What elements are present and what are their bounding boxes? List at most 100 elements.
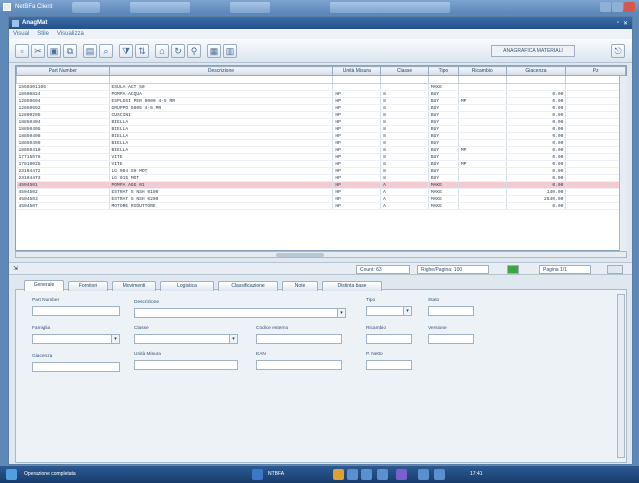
table-cell[interactable]: HP (332, 90, 382, 98)
table-cell[interactable]: 12850694 (16, 97, 110, 105)
taskbar-tab[interactable] (230, 1, 271, 13)
col-header[interactable]: Unità Misura (332, 66, 382, 76)
table-cell[interactable]: 0.00 (506, 111, 567, 119)
table-cell[interactable]: HP (332, 132, 382, 140)
table-cell[interactable]: 12800205 (16, 111, 110, 119)
tab-classificazione[interactable]: Classificazione (218, 281, 278, 291)
col-header[interactable]: Classe (380, 66, 429, 76)
close-icon[interactable]: ✕ (623, 20, 628, 27)
col-header[interactable]: Giacenza (505, 66, 567, 76)
table-row[interactable]: 4504507 MOTORE RIDUTTORE HP A MAKE 0.00 (16, 202, 626, 210)
table-row[interactable]: 18850404 BIELLA HP 8 BUY 0.00 (16, 118, 626, 126)
filter-cell[interactable] (457, 75, 507, 84)
table-cell[interactable]: 18850410 (16, 146, 110, 154)
new-doc-icon[interactable]: ▫ (15, 44, 29, 58)
table-cell[interactable] (565, 125, 626, 133)
save-icon[interactable]: ▣ (47, 44, 61, 58)
table-row[interactable]: 18850405 BIELLA HP 8 BUY 0.00 (16, 125, 626, 133)
table-row[interactable]: 1550301106 ESULA ACT 50 MAKE (16, 83, 626, 91)
table-cell[interactable]: ESTRAT 5 NSH 0200 (109, 195, 334, 203)
table-cell[interactable] (458, 202, 507, 210)
table-cell[interactable]: HP (332, 111, 382, 119)
table-cell[interactable]: LG 004 SH MOT (109, 167, 334, 175)
table-cell[interactable]: 0.00 (506, 174, 567, 182)
table-cell[interactable] (565, 195, 626, 203)
table-cell[interactable]: 0.00 (506, 202, 567, 210)
table-cell[interactable]: 23104473 (16, 174, 110, 182)
table-cell[interactable]: 0.00 (506, 167, 567, 175)
table-cell[interactable]: 8 (380, 160, 429, 168)
table-cell[interactable] (458, 104, 507, 112)
table-row[interactable]: 12850694 ESPLOSI PER 0000 4-5 MR HP 8 BUY MP 0… (16, 97, 626, 105)
table-cell[interactable]: 2640.00 (506, 195, 567, 203)
grid-horizontal-scrollbar[interactable] (15, 251, 627, 258)
table-cell[interactable]: HP (332, 146, 382, 154)
link-icon[interactable]: ⚲ (187, 44, 201, 58)
table-row[interactable]: 12800205 CUSCINI HP 8 BUY 0.00 (16, 111, 626, 119)
filter-cell[interactable] (427, 75, 459, 84)
table-cell[interactable]: 8 (380, 97, 429, 105)
next-page-button[interactable] (607, 265, 623, 274)
table-cell[interactable] (380, 83, 429, 91)
table-cell[interactable]: 18500824 (16, 90, 110, 98)
unita-misura-field[interactable] (134, 360, 238, 370)
table-cell[interactable]: HP (332, 118, 382, 126)
col-header[interactable]: Descrizione (108, 66, 334, 76)
table-row[interactable]: 17715576 VITE HP 8 BUY 0.00 (16, 153, 626, 161)
table-cell[interactable]: HP (332, 160, 382, 168)
table-cell[interactable]: 12850692 (16, 104, 110, 112)
table-cell[interactable]: HP (332, 97, 382, 105)
filter-cell[interactable] (332, 75, 382, 84)
app7-icon[interactable] (434, 469, 445, 480)
table-cell[interactable]: BIELLA (109, 125, 334, 133)
table-cell[interactable]: 8 (380, 90, 429, 98)
table-cell[interactable] (458, 174, 507, 182)
table-cell[interactable]: 0.00 (506, 118, 567, 126)
table-cell[interactable]: MOTORE RIDUTTORE (109, 202, 334, 210)
table-cell[interactable]: A (380, 202, 429, 210)
home-icon[interactable]: ⌂ (155, 44, 169, 58)
refresh-icon[interactable]: ↻ (171, 44, 185, 58)
table-cell[interactable] (458, 181, 507, 189)
table-cell[interactable] (565, 181, 626, 189)
table-cell[interactable]: HP (332, 195, 382, 203)
chart-icon[interactable] (333, 469, 344, 480)
table-cell[interactable]: BUY (428, 146, 459, 154)
table-cell[interactable]: 0.00 (506, 125, 567, 133)
peso-field[interactable] (366, 360, 412, 370)
table-cell[interactable]: 0.00 (506, 146, 567, 154)
table-cell[interactable] (565, 139, 626, 147)
anagrafica-button[interactable]: ANAGRAFICA MATERIALI (491, 45, 575, 57)
table-cell[interactable]: ESPLOSI PER 0000 4-5 MR (109, 97, 334, 105)
table-cell[interactable]: HP (332, 167, 382, 175)
table-cell[interactable]: ESTRAT 5 NSH 0100 (109, 188, 334, 196)
restore-icon[interactable]: ▫ (617, 20, 619, 26)
tab-logistica[interactable]: Logistica (160, 281, 214, 291)
table-cell[interactable]: VITE (109, 160, 334, 168)
table-cell[interactable] (458, 125, 507, 133)
table-cell[interactable] (458, 188, 507, 196)
maximize-button[interactable] (612, 2, 623, 12)
tab-generale[interactable]: Generale (24, 280, 64, 291)
table-cell[interactable]: 140.00 (506, 188, 567, 196)
table-cell[interactable]: 0.00 (506, 97, 567, 105)
table-cell[interactable] (565, 132, 626, 140)
table-cell[interactable]: MAKE (428, 195, 459, 203)
chevron-down-icon[interactable]: ▾ (111, 335, 119, 343)
table-cell[interactable]: 18850408 (16, 132, 110, 140)
table-cell[interactable]: BUY (428, 111, 459, 119)
stato-field[interactable] (428, 306, 474, 316)
print-icon[interactable]: ▤ (83, 44, 97, 58)
table-cell[interactable]: 8 (380, 111, 429, 119)
table-row[interactable]: 18850409 BIELLA HP 8 BUY 0.00 (16, 139, 626, 147)
table-cell[interactable]: 18850409 (16, 139, 110, 147)
table-cell[interactable]: HP (332, 181, 382, 189)
classe-select[interactable]: ▾ (134, 334, 238, 344)
table-cell[interactable]: MAKE (428, 181, 459, 189)
table-cell[interactable] (458, 90, 507, 98)
minimize-button[interactable] (600, 2, 611, 12)
table-cell[interactable]: BIELLA (109, 139, 334, 147)
filter-cell[interactable] (505, 75, 567, 84)
taskbar-tab[interactable] (130, 1, 191, 13)
table-cell[interactable]: MP (458, 146, 507, 154)
